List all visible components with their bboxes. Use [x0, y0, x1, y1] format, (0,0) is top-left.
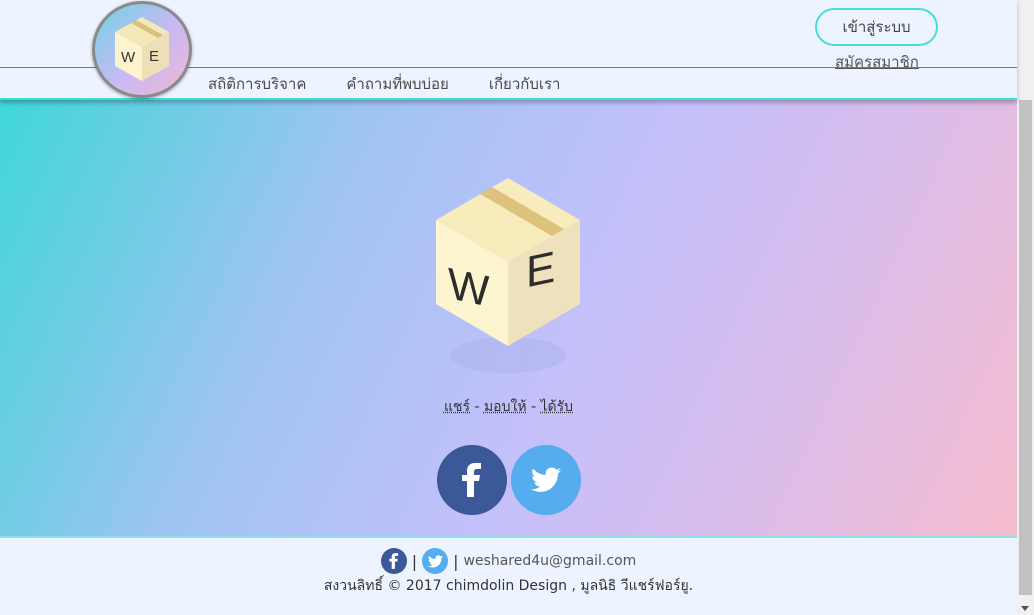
twitter-button[interactable]: [511, 445, 581, 515]
slogan-give: มอบให้: [483, 399, 527, 415]
footer-facebook-icon[interactable]: [380, 548, 407, 574]
nav-item-faq[interactable]: คำถามที่พบบ่อย: [346, 72, 448, 96]
main-nav: สถิติการบริจาค คำถามที่พบบ่อย เกี่ยวกับเ…: [208, 72, 560, 96]
nav-item-donation-stats[interactable]: สถิติการบริจาค: [208, 72, 306, 96]
twitter-icon: [531, 467, 561, 492]
social-buttons: [437, 445, 581, 515]
footer-contact: | | weshared4u@gmail.com: [0, 548, 1017, 574]
scrollbar-thumb[interactable]: [1019, 100, 1032, 595]
hero-box-illustration: W E: [420, 170, 600, 380]
footer: | | weshared4u@gmail.com สงวนลิทธิ์ © 20…: [0, 538, 1017, 615]
facebook-icon: [462, 463, 481, 497]
slogan-receive: ได้รับ: [540, 399, 574, 415]
slogan-separator: -: [526, 399, 541, 415]
slogan-separator: -: [470, 399, 484, 415]
logo-letter-w: W: [121, 49, 136, 66]
slogan: แชร์ - มอบให้ - ได้รับ: [0, 396, 1017, 418]
box-illustration-icon: W E: [436, 178, 580, 373]
hero-letter-w: W: [448, 259, 490, 316]
page-scrollbar[interactable]: [1017, 0, 1034, 615]
box-logo-icon: W E: [115, 16, 169, 81]
footer-copyright: สงวนลิทธิ์ © 2017 chimdolin Design , มูล…: [323, 578, 694, 594]
scroll-down-arrow-icon[interactable]: [1021, 606, 1029, 611]
site-logo[interactable]: W E: [92, 1, 192, 98]
footer-separator: |: [411, 551, 418, 571]
facebook-button[interactable]: [437, 445, 507, 515]
footer-email[interactable]: weshared4u@gmail.com: [464, 553, 637, 569]
slogan-share: แชร์: [443, 399, 470, 415]
footer-twitter-icon[interactable]: [422, 548, 449, 574]
register-link[interactable]: สมัครสมาชิก: [835, 50, 919, 74]
logo-letter-e: E: [149, 48, 159, 65]
hero-letter-e: E: [526, 243, 555, 298]
login-button[interactable]: เข้าสู่ระบบ: [815, 8, 938, 46]
footer-separator: |: [453, 551, 459, 571]
nav-item-about-us[interactable]: เกี่ยวกับเรา: [489, 72, 561, 96]
hero-banner: W E แชร์ - มอบให้ - ได้รับ: [0, 100, 1017, 537]
